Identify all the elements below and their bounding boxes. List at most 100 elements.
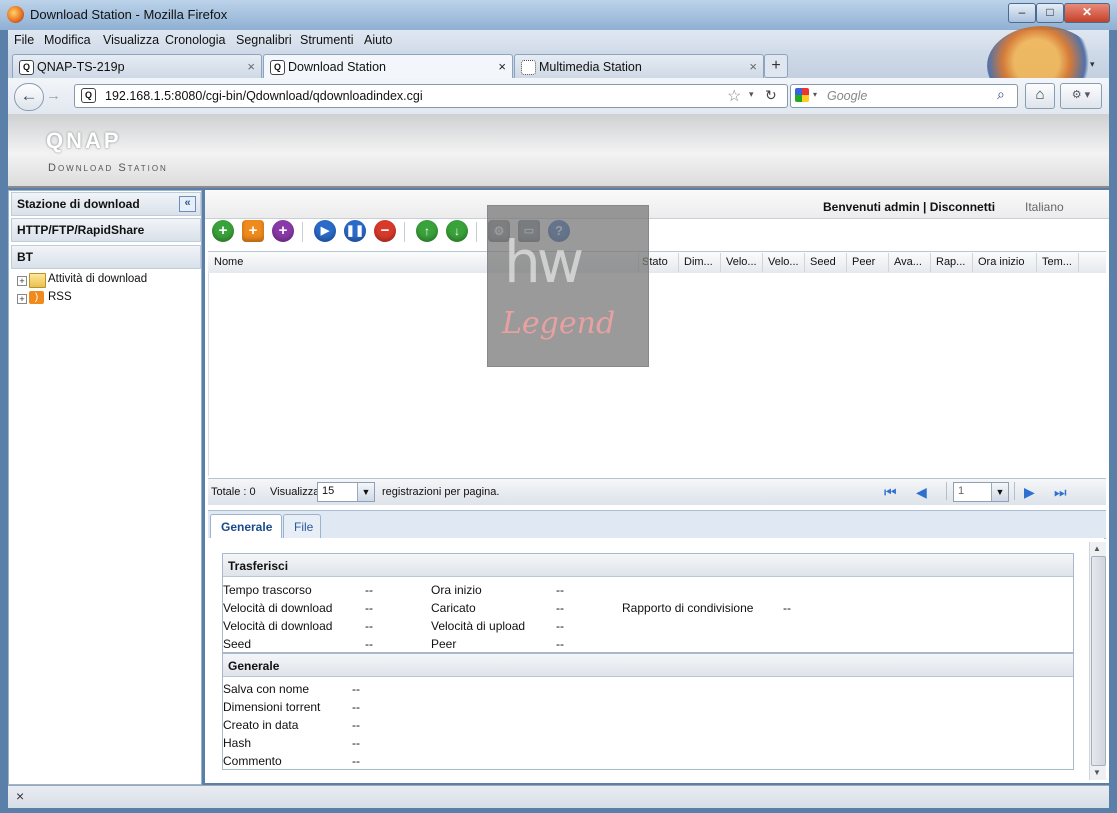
remove-icon[interactable]: − — [374, 220, 396, 242]
menu-segnalibri[interactable]: Segnalibri — [236, 33, 292, 47]
pager-separator — [1014, 482, 1015, 500]
label-peer: Peer — [431, 637, 457, 651]
next-page-icon[interactable]: ▶ — [1024, 484, 1035, 501]
rss-icon: ) — [29, 291, 44, 304]
column-separator — [720, 253, 721, 272]
menu-modifica[interactable]: Modifica — [44, 33, 91, 47]
home-button[interactable]: ⌂ — [1025, 83, 1055, 109]
column-header-seed[interactable]: Seed — [810, 256, 844, 268]
first-page-icon[interactable]: ⏮ — [884, 484, 897, 501]
sidebar-section-label: BT — [17, 250, 33, 264]
menu-cronologia[interactable]: Cronologia — [165, 33, 225, 47]
forward-button[interactable]: → — [46, 87, 61, 104]
tab-list-icon[interactable]: ▾ — [1090, 59, 1095, 70]
menu-strumenti[interactable]: Strumenti — [300, 33, 354, 47]
label-seed: Seed — [223, 637, 252, 651]
language-selector[interactable]: Italiano — [1025, 200, 1064, 214]
scroll-down-icon[interactable]: ▼ — [1093, 768, 1101, 777]
column-header-size[interactable]: Dim... — [684, 256, 720, 268]
detail-scrollbar[interactable]: ▲ ▼ — [1089, 542, 1106, 780]
sidebar-section-bt[interactable]: BT — [11, 245, 201, 269]
tab-close-icon[interactable]: × — [247, 59, 255, 74]
label-save-as: Salva con nome — [223, 682, 310, 696]
menu-file[interactable]: File — [14, 33, 34, 47]
add-download-icon[interactable]: + — [212, 220, 234, 242]
maximize-button[interactable]: □ — [1036, 3, 1064, 23]
move-up-icon[interactable]: ↑ — [416, 220, 438, 242]
url-bar[interactable]: Q 192.168.1.5:8080/cgi-bin/Qdownload/qdo… — [74, 84, 788, 108]
tab-general[interactable]: Generale — [210, 514, 282, 538]
url-history-icon[interactable]: ▾ — [749, 89, 754, 100]
sidebar-title-text: Stazione di download — [17, 197, 140, 211]
column-separator — [762, 253, 763, 272]
search-placeholder: Google — [827, 89, 868, 103]
tab-close-icon[interactable]: × — [498, 59, 506, 74]
sidebar: Stazione di download « HTTP/FTP/RapidSha… — [8, 190, 202, 785]
search-bar[interactable]: ▾ Google ⌕ — [790, 84, 1018, 108]
close-window-button[interactable]: ✕ — [1064, 3, 1110, 23]
tab-download-station[interactable]: Q Download Station × — [263, 54, 513, 80]
google-icon[interactable] — [795, 88, 809, 102]
user-bar: Benvenuti admin | Disconnetti Italiano — [205, 190, 1109, 219]
column-header-time[interactable]: Tem... — [1042, 256, 1078, 268]
addon-toolbar-button[interactable]: ⚙ ▾ — [1060, 83, 1102, 109]
value-comment: -- — [352, 754, 360, 768]
last-page-icon[interactable]: ⏭ — [1054, 484, 1067, 501]
add-torrent-icon[interactable]: + — [272, 220, 294, 242]
tree-item-rss[interactable]: + ) RSS — [17, 291, 197, 305]
window-title: Download Station - Mozilla Firefox — [30, 7, 228, 22]
chevron-down-icon[interactable]: ▼ — [357, 483, 374, 501]
chevron-down-icon[interactable]: ▼ — [991, 483, 1008, 501]
menu-visualizza[interactable]: Visualizza — [103, 33, 159, 47]
bookmark-star-icon[interactable]: ☆ — [727, 86, 741, 106]
reload-icon[interactable]: ↻ — [765, 87, 777, 104]
search-icon[interactable]: ⌕ — [997, 86, 1005, 103]
sidebar-section-http[interactable]: HTTP/FTP/RapidShare — [11, 218, 201, 242]
column-separator — [930, 253, 931, 272]
label-upload-speed: Velocità di upload — [431, 619, 526, 633]
menu-bar: File Modifica Visualizza Cronologia Segn… — [8, 30, 1109, 50]
start-icon[interactable]: ▶ — [314, 220, 336, 242]
minimize-button[interactable]: – — [1008, 3, 1036, 23]
tree-item-download-activity[interactable]: + Attività di download — [17, 273, 197, 288]
tab-multimedia-station[interactable]: Multimedia Station × — [514, 54, 764, 79]
scroll-up-icon[interactable]: ▲ — [1093, 544, 1101, 553]
column-header-upload-speed[interactable]: Velo... — [768, 256, 804, 268]
tab-close-icon[interactable]: × — [749, 59, 757, 74]
site-identity-icon[interactable]: Q — [81, 88, 96, 103]
browser-status-bar: × — [8, 785, 1109, 808]
pause-icon[interactable]: ❚❚ — [344, 220, 366, 242]
scroll-thumb[interactable] — [1091, 556, 1106, 766]
expand-icon[interactable]: + — [17, 276, 27, 286]
close-findbar-icon[interactable]: × — [16, 788, 24, 804]
label-elapsed-time: Tempo trascorso — [223, 583, 312, 597]
add-rss-icon[interactable]: + — [242, 220, 264, 242]
menu-aiuto[interactable]: Aiuto — [364, 33, 393, 47]
general-section-header: Generale — [223, 654, 1073, 677]
collapse-sidebar-icon[interactable]: « — [179, 196, 196, 212]
value-save-as: -- — [352, 682, 360, 696]
per-page-select[interactable]: 15 ▼ — [317, 482, 375, 502]
tab-label: Download Station — [288, 60, 386, 74]
move-down-icon[interactable]: ↓ — [446, 220, 468, 242]
value-download-speed-2: -- — [365, 619, 373, 633]
prev-page-icon[interactable]: ◀ — [916, 484, 927, 501]
column-header-progress[interactable]: Ava... — [894, 256, 928, 268]
column-header-download-speed[interactable]: Velo... — [726, 256, 762, 268]
tree-item-label: Attività di download — [48, 273, 148, 285]
tab-files[interactable]: File — [283, 514, 321, 538]
column-header-peer[interactable]: Peer — [852, 256, 886, 268]
download-list[interactable] — [208, 273, 1107, 476]
back-button[interactable]: ← — [14, 83, 44, 111]
new-tab-button[interactable]: + — [764, 54, 788, 78]
per-page-suffix: registrazioni per pagina. — [382, 486, 500, 498]
column-header-start-time[interactable]: Ora inizio — [978, 256, 1036, 268]
welcome-logout-link[interactable]: Benvenuti admin | Disconnetti — [823, 200, 995, 214]
expand-icon[interactable]: + — [17, 294, 27, 304]
column-header-ratio[interactable]: Rap... — [936, 256, 970, 268]
toolbar-separator — [476, 222, 477, 242]
search-engine-dropdown-icon[interactable]: ▾ — [813, 90, 817, 99]
page-select[interactable]: 1 ▼ — [953, 482, 1009, 502]
tab-qnap[interactable]: Q QNAP-TS-219p × — [12, 54, 262, 79]
column-separator — [846, 253, 847, 272]
